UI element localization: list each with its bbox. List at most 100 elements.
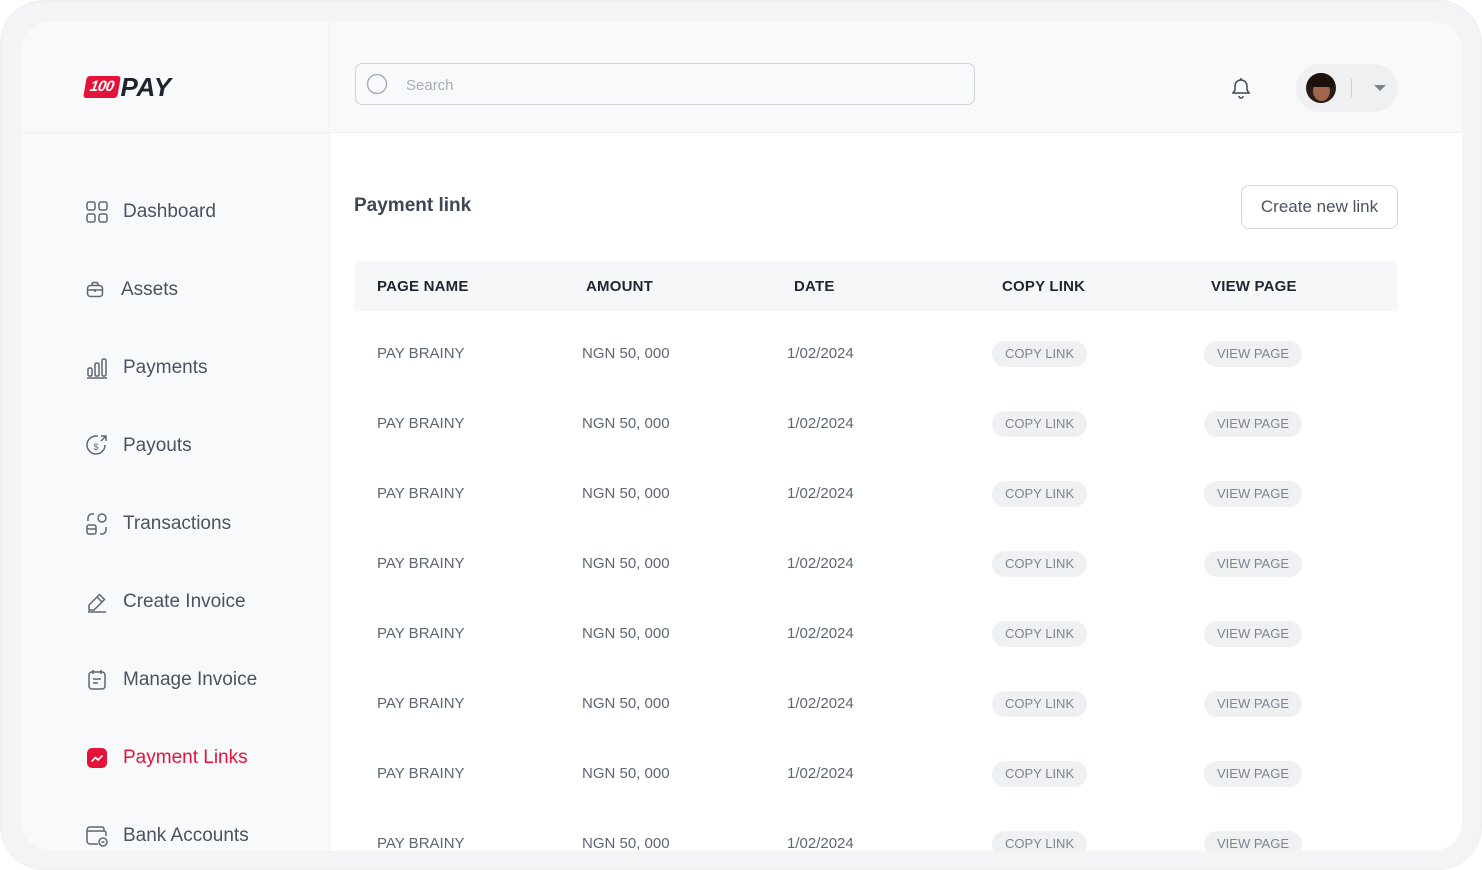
sidebar-item-transactions[interactable]: Transactions — [85, 508, 231, 540]
table-row: PAY BRAINY NGN 50, 000 1/02/2024 COPY LINK V… — [354, 599, 1398, 669]
sidebar-item-label: Transactions — [123, 513, 232, 534]
clipboard-icon — [85, 668, 109, 692]
sidebar-item-label: Bank Accounts — [123, 825, 249, 846]
page-title: Payment link — [354, 195, 472, 216]
page-name-cell: PAY BRAINY — [377, 415, 465, 432]
chevron-down-icon[interactable] — [1374, 85, 1386, 91]
table-row: PAY BRAINY NGN 50, 000 1/02/2024 COPY LINK V… — [354, 669, 1398, 739]
copy-link-button[interactable]: COPY LINK — [992, 411, 1088, 437]
page-name-cell: PAY BRAINY — [377, 765, 465, 782]
date-cell: 1/02/2024 — [787, 625, 854, 642]
view-page-button[interactable]: VIEW PAGE — [1204, 551, 1302, 577]
sidebar-item-label: Dashboard — [123, 201, 216, 222]
amount-cell: NGN 50, 000 — [582, 695, 670, 712]
sidebar-item-bank-accounts[interactable]: Bank Accounts — [85, 820, 249, 851]
view-page-button[interactable]: VIEW PAGE — [1204, 621, 1302, 647]
dollar-circle-icon: $ — [85, 434, 109, 458]
brand-logo[interactable]: 100 PAY — [83, 71, 172, 102]
sidebar-item-manage-invoice[interactable]: Manage Invoice — [85, 664, 257, 696]
amount-cell: NGN 50, 000 — [582, 345, 670, 362]
column-header-page-name: PAGE NAME — [377, 278, 469, 295]
app-window: 100 PAY Dashboard Assets Payments $ Payo… — [21, 21, 1462, 851]
table-row: PAY BRAINY NGN 50, 000 1/02/2024 COPY LINK V… — [354, 529, 1398, 599]
create-new-link-button[interactable]: Create new link — [1241, 185, 1398, 229]
sidebar-item-assets[interactable]: Assets — [85, 274, 178, 306]
column-header-view-page: VIEW PAGE — [1211, 278, 1297, 295]
copy-link-button[interactable]: COPY LINK — [992, 341, 1088, 367]
copy-link-button[interactable]: COPY LINK — [992, 621, 1088, 647]
avatar-hair — [1307, 73, 1335, 87]
bell-icon[interactable] — [1229, 76, 1253, 105]
bar-chart-icon — [85, 356, 109, 380]
sidebar-item-label: Payouts — [123, 435, 192, 456]
date-cell: 1/02/2024 — [787, 485, 854, 502]
sidebar-item-label: Create Invoice — [123, 591, 246, 612]
sidebar-item-payments[interactable]: Payments — [85, 352, 207, 384]
logo-area: 100 PAY — [21, 21, 329, 133]
copy-link-button[interactable]: COPY LINK — [992, 831, 1088, 851]
search-bar — [355, 63, 975, 106]
brand-logo-badge: 100 — [83, 76, 121, 98]
sidebar-item-label: Assets — [121, 279, 179, 300]
avatar[interactable] — [1306, 73, 1336, 103]
sidebar-item-label: Payment Links — [123, 747, 248, 768]
wallet-icon — [85, 824, 109, 848]
date-cell: 1/02/2024 — [787, 345, 854, 362]
date-cell: 1/02/2024 — [787, 415, 854, 432]
page-name-cell: PAY BRAINY — [377, 625, 465, 642]
view-page-button[interactable]: VIEW PAGE — [1204, 831, 1302, 851]
view-page-button[interactable]: VIEW PAGE — [1204, 341, 1302, 367]
column-header-amount: AMOUNT — [586, 278, 654, 295]
top-bar — [330, 21, 1462, 133]
copy-link-button[interactable]: COPY LINK — [992, 551, 1088, 577]
grid-icon — [85, 200, 109, 224]
profile-menu[interactable] — [1296, 64, 1398, 112]
sidebar-item-payment-links[interactable]: Payment Links — [85, 742, 248, 774]
svg-text:$: $ — [94, 442, 99, 452]
table-row: PAY BRAINY NGN 50, 000 1/02/2024 COPY LINK V… — [354, 809, 1398, 851]
sidebar-item-create-invoice[interactable]: Create Invoice — [85, 586, 246, 618]
date-cell: 1/02/2024 — [787, 765, 854, 782]
app-shell: 100 PAY Dashboard Assets Payments $ Payo… — [0, 0, 1482, 870]
sidebar-item-payouts[interactable]: $ Payouts — [85, 430, 192, 462]
brand-logo-text: PAY — [120, 71, 172, 102]
amount-cell: NGN 50, 000 — [582, 555, 670, 572]
main-content: Payment link Create new link PAGE NAME A… — [330, 133, 1462, 851]
table-row: PAY BRAINY NGN 50, 000 1/02/2024 COPY LINK V… — [354, 319, 1398, 389]
column-header-date: DATE — [794, 278, 835, 295]
amount-cell: NGN 50, 000 — [582, 485, 670, 502]
briefcase-icon — [85, 278, 105, 302]
amount-cell: NGN 50, 000 — [582, 835, 670, 851]
trend-icon — [85, 746, 109, 770]
table-header: PAGE NAME AMOUNT DATE COPY LINK VIEW PAG… — [354, 261, 1398, 311]
pen-icon — [85, 590, 109, 614]
copy-link-button[interactable]: COPY LINK — [992, 481, 1088, 507]
divider — [1351, 79, 1352, 97]
page-name-cell: PAY BRAINY — [377, 695, 465, 712]
column-header-copy-link: COPY LINK — [1002, 278, 1086, 295]
date-cell: 1/02/2024 — [787, 835, 854, 851]
search-icon — [366, 73, 388, 100]
page-name-cell: PAY BRAINY — [377, 835, 465, 851]
amount-cell: NGN 50, 000 — [582, 625, 670, 642]
table-row: PAY BRAINY NGN 50, 000 1/02/2024 COPY LINK V… — [354, 739, 1398, 809]
sidebar-item-dashboard[interactable]: Dashboard — [85, 196, 216, 228]
table-row: PAY BRAINY NGN 50, 000 1/02/2024 COPY LINK V… — [354, 389, 1398, 459]
table-row: PAY BRAINY NGN 50, 000 1/02/2024 COPY LINK V… — [354, 459, 1398, 529]
view-page-button[interactable]: VIEW PAGE — [1204, 761, 1302, 787]
amount-cell: NGN 50, 000 — [582, 415, 670, 432]
sidebar-item-label: Payments — [123, 357, 208, 378]
search-input[interactable] — [404, 64, 968, 106]
copy-link-button[interactable]: COPY LINK — [992, 761, 1088, 787]
transactions-icon — [85, 512, 109, 536]
sidebar-item-label: Manage Invoice — [123, 669, 258, 690]
page-name-cell: PAY BRAINY — [377, 345, 465, 362]
copy-link-button[interactable]: COPY LINK — [992, 691, 1088, 717]
amount-cell: NGN 50, 000 — [582, 765, 670, 782]
date-cell: 1/02/2024 — [787, 555, 854, 572]
view-page-button[interactable]: VIEW PAGE — [1204, 481, 1302, 507]
page-name-cell: PAY BRAINY — [377, 555, 465, 572]
sidebar: 100 PAY Dashboard Assets Payments $ Payo… — [21, 21, 330, 851]
view-page-button[interactable]: VIEW PAGE — [1204, 691, 1302, 717]
view-page-button[interactable]: VIEW PAGE — [1204, 411, 1302, 437]
